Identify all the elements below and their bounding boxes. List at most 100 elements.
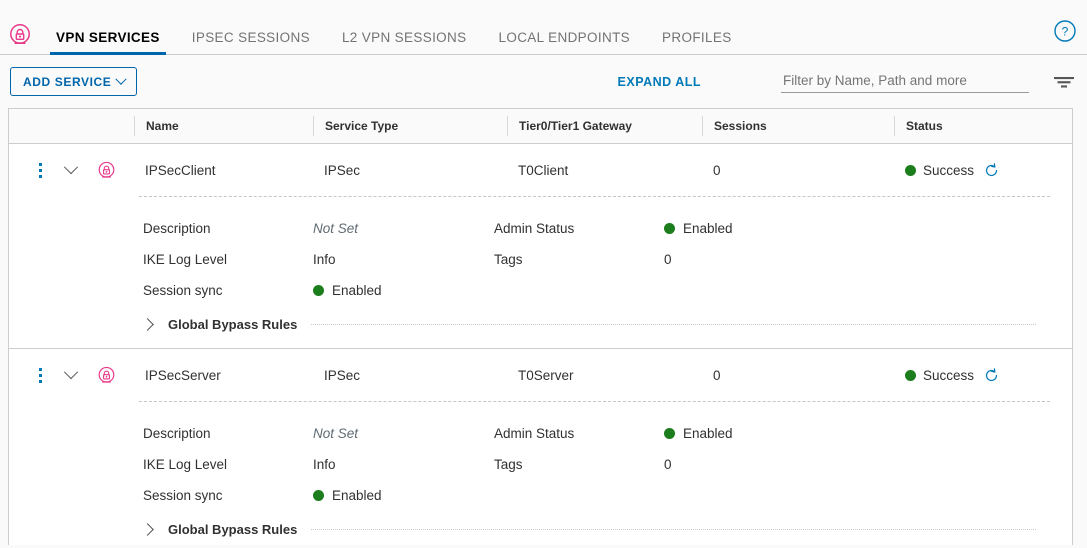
cell-service-type: IPSec [324, 162, 361, 178]
cell-name[interactable]: IPSecClient [134, 163, 313, 178]
expand-all-button[interactable]: EXPAND ALL [618, 75, 701, 89]
table-header-row: Name Service Type Tier0/Tier1 Gateway Se… [9, 109, 1072, 144]
vpn-lock-icon [8, 23, 32, 47]
detail-value: 0 [664, 252, 672, 267]
detail-field-session-sync: Session sync Enabled [143, 480, 494, 511]
tab-bar: VPN SERVICES IPSEC SESSIONS L2 VPN SESSI… [0, 0, 1087, 55]
vpn-lock-icon[interactable] [91, 366, 121, 385]
detail-field-tags: Tags 0 [494, 244, 733, 275]
tab-vpn-services[interactable]: VPN SERVICES [40, 0, 176, 55]
column-header-sessions: Sessions [702, 116, 894, 136]
refresh-icon[interactable] [984, 162, 999, 178]
column-header-name: Name [134, 116, 313, 136]
chevron-down-icon[interactable] [51, 370, 91, 380]
tab-ipsec-sessions[interactable]: IPSEC SESSIONS [176, 0, 326, 55]
refresh-icon[interactable] [984, 367, 999, 383]
status-label: Success [923, 367, 975, 383]
help-circle-icon[interactable]: ? [1053, 19, 1077, 43]
tab-label: LOCAL ENDPOINTS [498, 30, 631, 45]
kebab-menu-icon[interactable] [29, 162, 51, 178]
table-row[interactable]: IPSecServer IPSec T0Server 0 Success [9, 349, 1072, 401]
detail-label: Description [143, 426, 211, 441]
global-bypass-rules-section[interactable]: Global Bypass Rules [9, 317, 1072, 332]
detail-label: IKE Log Level [143, 457, 228, 472]
column-header-actions [9, 116, 134, 136]
status-dot [313, 490, 324, 501]
detail-field-admin-status: Admin Status Enabled [494, 213, 733, 244]
detail-value-wrap: Enabled [313, 488, 382, 503]
detail-label: Description [143, 221, 211, 236]
table-row[interactable]: IPSecClient IPSec T0Client 0 Success [9, 144, 1072, 196]
cell-status: Success [894, 163, 1072, 178]
global-bypass-rules-section[interactable]: Global Bypass Rules [9, 522, 1072, 537]
detail-value: Info [313, 252, 336, 267]
detail-value: Enabled [332, 283, 382, 298]
detail-value: Enabled [683, 426, 733, 441]
status-dot [313, 285, 324, 296]
detail-value-wrap: Enabled [313, 283, 382, 298]
row-actions [9, 161, 134, 180]
cell-gateway: T0Client [518, 162, 569, 178]
status-label: Success [923, 162, 975, 178]
detail-field-session-sync: Session sync Enabled [143, 275, 494, 306]
cell-name[interactable]: IPSecServer [134, 368, 313, 383]
chevron-right-icon[interactable] [143, 320, 159, 329]
detail-value: Not Set [313, 221, 359, 236]
detail-field-admin-status: Admin Status Enabled [494, 418, 733, 449]
detail-label: Session sync [143, 283, 223, 298]
kebab-menu-icon[interactable] [29, 367, 51, 383]
tab-list: VPN SERVICES IPSEC SESSIONS L2 VPN SESSI… [40, 0, 748, 55]
cell-sessions: 0 [713, 162, 721, 178]
row-detail-panel: Description Not Set IKE Log Level Info S… [9, 401, 1072, 545]
vpn-services-table: Name Service Type Tier0/Tier1 Gateway Se… [8, 108, 1073, 545]
cell-service-type: IPSec [324, 367, 361, 383]
detail-field-tags: Tags 0 [494, 449, 733, 480]
status-dot [905, 369, 916, 381]
detail-label: Admin Status [494, 426, 575, 441]
tab-profiles[interactable]: PROFILES [646, 0, 748, 55]
detail-right-column: Admin Status Enabled Tags 0 [494, 213, 733, 306]
status-dot [905, 164, 916, 176]
detail-label: Session sync [143, 488, 223, 503]
tab-label: IPSEC SESSIONS [191, 30, 310, 45]
filter-funnel-icon[interactable] [1053, 71, 1075, 93]
tab-local-endpoints[interactable]: LOCAL ENDPOINTS [483, 0, 647, 55]
detail-value: Not Set [313, 426, 359, 441]
filter-input[interactable] [781, 70, 1029, 93]
tab-label: VPN SERVICES [56, 30, 160, 45]
add-service-button[interactable]: ADD SERVICE [10, 67, 138, 96]
chevron-right-icon[interactable] [143, 525, 159, 534]
chevron-down-icon[interactable] [51, 165, 91, 175]
cell-sessions: 0 [713, 367, 721, 383]
detail-value: Info [313, 457, 336, 472]
tab-label: L2 VPN SESSIONS [341, 30, 467, 45]
cell-gateway: T0Server [518, 367, 574, 383]
detail-field-description: Description Not Set [143, 418, 494, 449]
action-bar: ADD SERVICE EXPAND ALL [0, 55, 1087, 108]
status-dot [664, 223, 675, 234]
global-bypass-rules-label: Global Bypass Rules [168, 317, 298, 332]
chevron-down-icon [115, 73, 128, 85]
svg-text:?: ? [1062, 25, 1069, 39]
column-header-service-type: Service Type [313, 116, 507, 136]
detail-value: Enabled [332, 488, 382, 503]
tab-l2-vpn-sessions[interactable]: L2 VPN SESSIONS [326, 0, 483, 55]
detail-left-column: Description Not Set IKE Log Level Info S… [9, 418, 494, 511]
row-detail-panel: Description Not Set IKE Log Level Info S… [9, 196, 1072, 348]
detail-label: Tags [494, 457, 523, 472]
tab-label: PROFILES [662, 30, 732, 45]
vpn-lock-icon[interactable] [91, 161, 121, 180]
detail-value-wrap: Enabled [664, 426, 733, 441]
add-service-label: ADD SERVICE [23, 74, 112, 89]
detail-right-column: Admin Status Enabled Tags 0 [494, 418, 733, 511]
detail-label: Tags [494, 252, 523, 267]
table-row-group: IPSecServer IPSec T0Server 0 Success Des… [9, 349, 1072, 545]
cell-status: Success [894, 368, 1072, 383]
status-dot [664, 428, 675, 439]
table-row-group: IPSecClient IPSec T0Client 0 Success Des… [9, 144, 1072, 349]
detail-value-wrap: Enabled [664, 221, 733, 236]
detail-value: 0 [664, 457, 672, 472]
detail-field-ike-log-level: IKE Log Level Info [143, 244, 494, 275]
column-header-status: Status [894, 116, 1072, 136]
divider [311, 324, 1036, 325]
